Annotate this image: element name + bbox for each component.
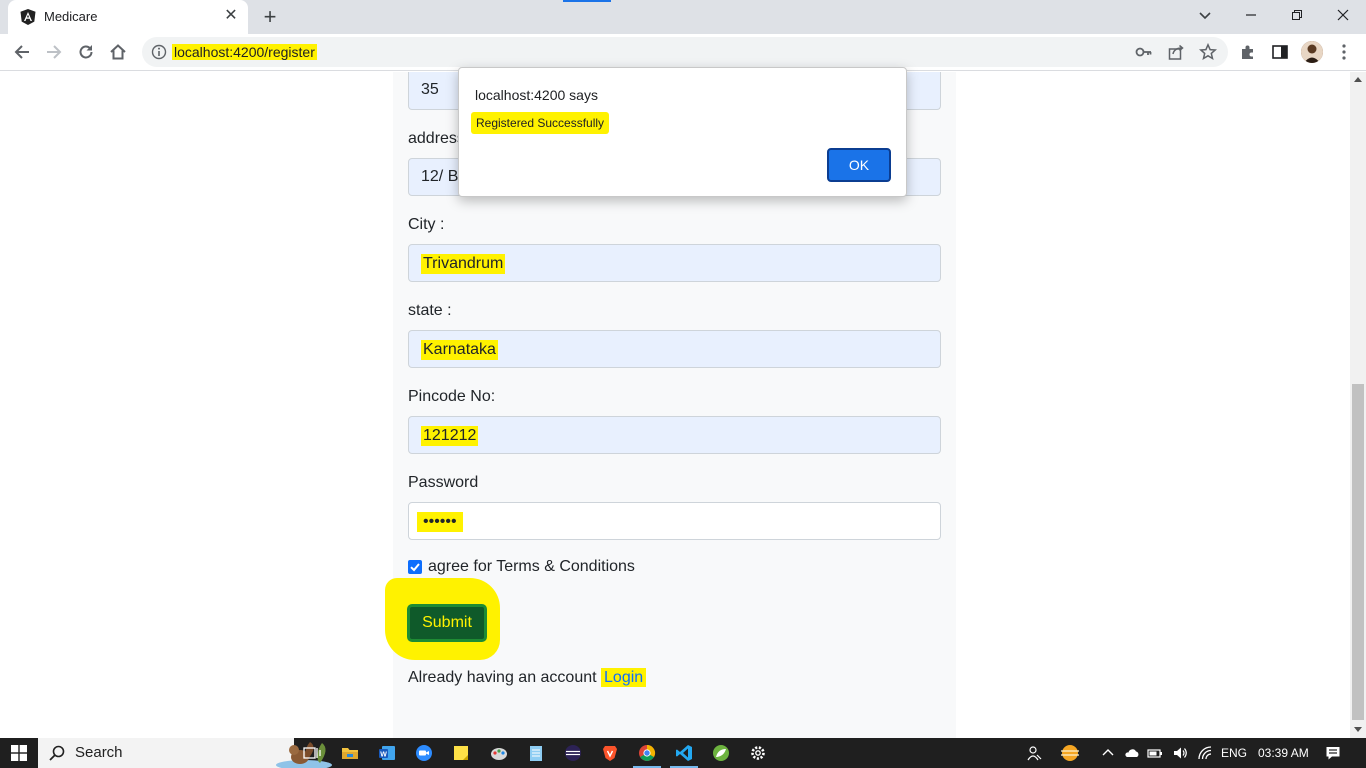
reload-icon[interactable] [73,39,99,65]
browser-tab-medicare[interactable]: Medicare ✕ [8,0,248,34]
windows-taskbar: Search W ENG 03:39 AM [0,738,1366,768]
password-input[interactable]: •••••• [408,502,941,540]
terms-label: agree for Terms & Conditions [428,558,635,575]
bookmark-star-icon[interactable] [1199,43,1217,61]
weather-icon[interactable] [1058,743,1082,763]
page-scrollbar[interactable] [1350,72,1366,738]
taskbar-search[interactable]: Search [38,738,332,768]
pincode-label: Pincode No: [408,388,496,405]
address-value: 12/ B [421,168,459,185]
notification-center-icon[interactable] [1325,745,1341,761]
account-text: Already having an account [408,669,597,686]
browser-titlebar: Medicare ✕ + [0,0,1366,34]
side-panel-icon[interactable] [1271,43,1289,61]
back-arrow-icon[interactable] [9,39,35,65]
search-placeholder: Search [75,744,123,761]
checkmark-icon [410,563,420,572]
sticky-notes-icon[interactable] [443,738,479,768]
age-value: 35 [421,81,439,98]
url-text: localhost:4200/register [172,44,317,60]
pincode-input[interactable]: 121212 [408,416,941,454]
tray-chevron-up-icon[interactable] [1100,745,1116,761]
volume-icon[interactable] [1172,745,1188,761]
task-view-icon[interactable] [294,738,330,768]
word-icon[interactable]: W [369,738,405,768]
password-label: Password [408,474,479,491]
minimize-icon[interactable] [1228,0,1274,30]
notepad-icon[interactable] [518,738,554,768]
svg-text:W: W [380,752,387,759]
chrome-icon[interactable] [629,738,665,768]
onedrive-cloud-icon[interactable] [1124,745,1140,761]
scroll-up-arrow-icon[interactable] [1354,77,1362,82]
windows-start-icon[interactable] [0,738,38,768]
address-label: address [408,130,465,147]
account-prompt: Already having an account Login [408,668,647,687]
browser-toolbar: localhost:4200/register [0,34,1366,71]
eclipse-icon[interactable] [555,738,591,768]
new-tab-icon[interactable]: + [258,5,282,29]
key-icon[interactable] [1135,43,1153,61]
city-value: Trivandrum [421,254,506,274]
city-label: City : [408,216,445,233]
file-explorer-icon[interactable] [332,738,368,768]
dialog-message: Registered Successfully [471,112,610,134]
spring-tools-icon[interactable] [703,738,739,768]
pincode-value: 121212 [421,426,479,446]
zoom-icon[interactable] [406,738,442,768]
extensions-puzzle-icon[interactable] [1239,43,1257,61]
alert-dialog: localhost:4200 says Registered Successfu… [458,67,907,197]
city-input[interactable]: Trivandrum [408,244,941,282]
language-indicator[interactable]: ENG [1221,746,1247,760]
tab-title: Medicare [44,9,98,24]
terms-checkbox[interactable] [408,560,422,574]
browser-menu-icon[interactable] [1336,42,1352,62]
site-info-icon[interactable] [151,44,167,60]
close-window-icon[interactable] [1320,0,1366,30]
wifi-icon[interactable] [1197,745,1213,761]
home-icon[interactable] [105,39,131,65]
battery-icon[interactable] [1147,745,1163,761]
tab-search-chevron-icon[interactable] [1194,5,1216,27]
vscode-icon[interactable] [666,738,702,768]
paint-icon[interactable] [481,738,517,768]
brave-browser-icon[interactable] [592,738,628,768]
ok-button[interactable]: OK [827,148,891,182]
scroll-thumb[interactable] [1352,384,1364,720]
profile-avatar[interactable] [1301,41,1323,63]
dialog-title: localhost:4200 says [475,87,598,103]
state-input[interactable]: Karnataka [408,330,941,368]
tab-strip-indicator [563,0,611,2]
people-icon[interactable] [1026,745,1042,761]
search-icon [49,745,65,761]
state-value: Karnataka [421,340,498,360]
password-value: •••••• [417,512,463,532]
address-bar[interactable]: localhost:4200/register [142,37,1228,67]
angular-logo-icon [20,9,36,25]
submit-button-overlay[interactable]: Submit [407,604,487,642]
share-icon[interactable] [1167,43,1185,61]
clock-time[interactable]: 03:39 AM [1258,746,1309,760]
login-link[interactable]: Login [601,668,647,687]
settings-gear-icon[interactable] [740,738,776,768]
forward-arrow-icon[interactable] [41,39,67,65]
restore-icon[interactable] [1274,0,1320,30]
state-label: state : [408,302,452,319]
scroll-down-arrow-icon[interactable] [1354,727,1362,732]
tab-close-icon[interactable]: ✕ [222,7,240,25]
